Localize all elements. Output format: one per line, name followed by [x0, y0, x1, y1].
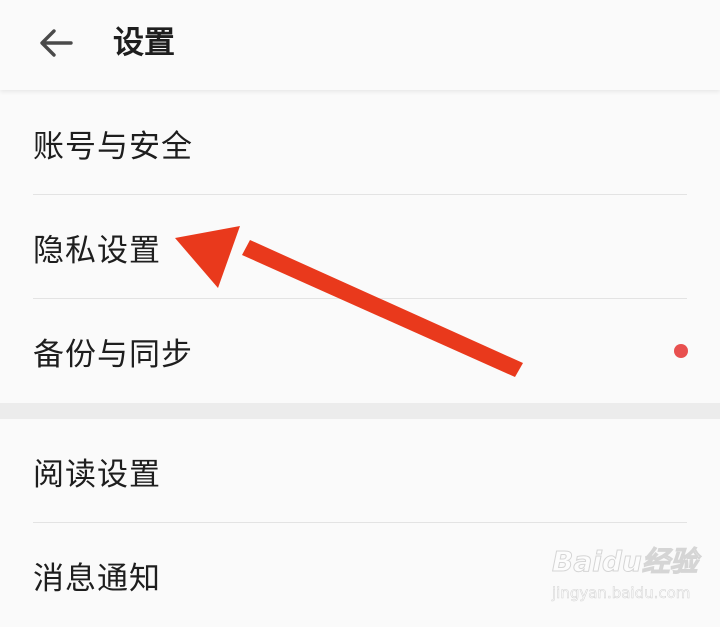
- watermark-url: jingyan.baidu.com: [552, 584, 691, 603]
- settings-item-account-security[interactable]: 账号与安全: [0, 91, 720, 195]
- settings-item-label: 阅读设置: [33, 456, 161, 493]
- notification-dot-badge: [674, 344, 688, 358]
- settings-item-label: 隐私设置: [33, 232, 161, 269]
- settings-item-label: 账号与安全: [33, 128, 193, 165]
- settings-item-backup-sync[interactable]: 备份与同步: [0, 299, 720, 403]
- baidu-jingyan-watermark: Baidu经验 jingyan.baidu.com: [552, 540, 712, 610]
- settings-item-privacy[interactable]: 隐私设置: [0, 195, 720, 299]
- back-button[interactable]: [30, 20, 82, 66]
- page-title: 设置: [113, 25, 175, 61]
- app-header: 设置: [0, 0, 720, 90]
- group-separator: [0, 403, 720, 419]
- settings-item-label: 备份与同步: [33, 336, 193, 373]
- settings-item-reading[interactable]: 阅读设置: [0, 419, 720, 523]
- watermark-brand: Baidu经验: [552, 545, 699, 579]
- arrow-left-icon: [40, 29, 73, 57]
- settings-item-label: 消息通知: [33, 560, 161, 597]
- settings-group-account: 账号与安全 隐私设置 备份与同步: [0, 91, 720, 403]
